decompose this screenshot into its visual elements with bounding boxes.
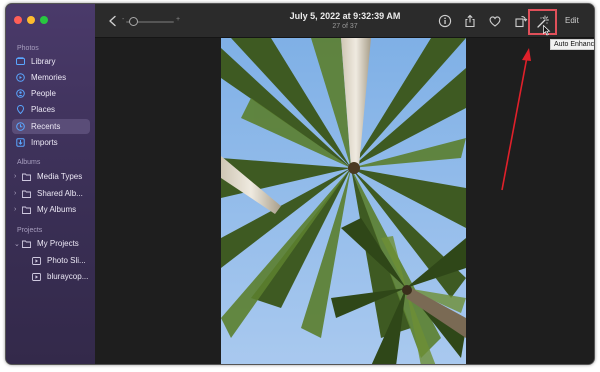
- heart-icon[interactable]: [488, 14, 502, 28]
- sidebar-item-label: Media Types: [37, 172, 83, 181]
- chevron-down-icon[interactable]: ⌄: [14, 240, 20, 248]
- chevron-right-icon[interactable]: ›: [14, 190, 20, 197]
- section-label-projects: Projects: [17, 227, 43, 234]
- imports-icon: [16, 138, 25, 147]
- sidebar-item-label: bluraycop...: [47, 272, 89, 281]
- recents-icon: [16, 122, 25, 131]
- folder-icon: [22, 172, 31, 181]
- chevron-left-icon[interactable]: [107, 14, 119, 27]
- sidebar-item-photo-slideshow[interactable]: Photo Sli...: [28, 253, 90, 268]
- share-icon[interactable]: [463, 14, 477, 28]
- rotate-icon[interactable]: [514, 14, 528, 28]
- memories-icon: [16, 73, 25, 82]
- zoom-slider-knob[interactable]: [129, 17, 138, 26]
- people-icon: [16, 89, 25, 98]
- sidebar-item-memories[interactable]: Memories: [12, 70, 90, 85]
- sidebar-item-label: Photo Sli...: [47, 256, 86, 265]
- sidebar-item-label: My Projects: [37, 239, 79, 248]
- sidebar-item-label: Recents: [31, 122, 61, 131]
- sidebar: Photos Library Memories People Places Re…: [6, 4, 95, 364]
- chevron-right-icon[interactable]: ›: [14, 173, 20, 180]
- mouse-cursor: [543, 23, 551, 36]
- sidebar-item-places[interactable]: Places: [12, 102, 90, 117]
- folder-icon: [22, 239, 31, 248]
- section-label-albums: Albums: [17, 159, 41, 166]
- section-label-photos: Photos: [17, 45, 39, 52]
- sidebar-item-imports[interactable]: Imports: [12, 135, 90, 150]
- folder-icon: [22, 205, 31, 214]
- folder-icon: [22, 189, 31, 198]
- sidebar-item-media-types[interactable]: › Media Types: [12, 169, 90, 184]
- zoom-button[interactable]: [40, 16, 48, 24]
- auto-enhance-tooltip: Auto Enhance: [550, 39, 594, 50]
- toolbar: - + July 5, 2022 at 9:32:39 AM 27 of 37 …: [95, 4, 594, 38]
- info-icon[interactable]: [438, 14, 452, 28]
- zoom-out-label: -: [122, 16, 125, 23]
- sidebar-item-label: Places: [31, 105, 56, 114]
- slideshow-icon: [32, 256, 41, 265]
- sidebar-item-library[interactable]: Library: [12, 54, 90, 69]
- slideshow-icon: [32, 272, 41, 281]
- sidebar-item-label: Memories: [31, 73, 67, 82]
- sidebar-item-shared-albums[interactable]: › Shared Alb...: [12, 186, 90, 201]
- sidebar-item-my-albums[interactable]: › My Albums: [12, 202, 90, 217]
- photo-counter: 27 of 37: [332, 23, 358, 30]
- main-content: - + July 5, 2022 at 9:32:39 AM 27 of 37 …: [95, 4, 594, 364]
- sidebar-item-label: My Albums: [37, 205, 77, 214]
- sidebar-item-label: Imports: [31, 138, 58, 147]
- sidebar-item-recents[interactable]: Recents: [12, 119, 90, 134]
- sidebar-item-people[interactable]: People: [12, 86, 90, 101]
- sidebar-item-label: Shared Alb...: [37, 189, 83, 198]
- photos-window: Photos Library Memories People Places Re…: [5, 3, 595, 365]
- window-controls: [14, 16, 48, 24]
- minimize-button[interactable]: [27, 16, 35, 24]
- palm-tree-photo: [221, 38, 466, 364]
- photo-title: July 5, 2022 at 9:32:39 AM: [289, 11, 401, 21]
- close-button[interactable]: [14, 16, 22, 24]
- sidebar-item-label: People: [31, 89, 56, 98]
- sidebar-item-my-projects[interactable]: ⌄ My Projects: [12, 236, 90, 251]
- zoom-in-label: +: [176, 16, 181, 23]
- chevron-right-icon[interactable]: ›: [14, 206, 20, 213]
- sidebar-item-bluraycopy[interactable]: bluraycop...: [28, 269, 90, 284]
- edit-button[interactable]: Edit: [565, 16, 579, 25]
- library-icon: [16, 57, 25, 66]
- sidebar-item-label: Library: [31, 57, 56, 66]
- places-icon: [16, 105, 25, 114]
